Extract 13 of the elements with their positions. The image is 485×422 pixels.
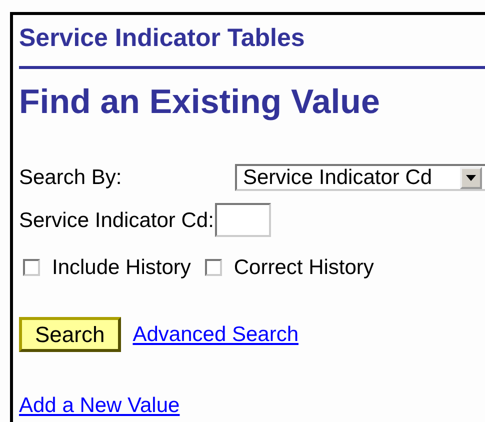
search-by-label: Search By: [19, 165, 122, 190]
page-title: Service Indicator Tables [19, 23, 305, 53]
search-button[interactable]: Search [19, 317, 121, 352]
search-by-dropdown[interactable]: Service Indicator Cd [235, 164, 485, 191]
field-label: Service Indicator Cd: [19, 208, 214, 232]
checkbox-label: Include History [52, 255, 191, 280]
input-field[interactable] [214, 203, 271, 237]
checkbox-label: Correct History [234, 255, 374, 280]
page-heading: Find an Existing Value [19, 82, 380, 122]
checkbox[interactable] [204, 259, 222, 276]
add-value-link[interactable]: Add a New Value [19, 393, 180, 418]
checkbox[interactable] [23, 259, 40, 276]
advanced-search-link[interactable]: Advanced Search [132, 322, 298, 347]
